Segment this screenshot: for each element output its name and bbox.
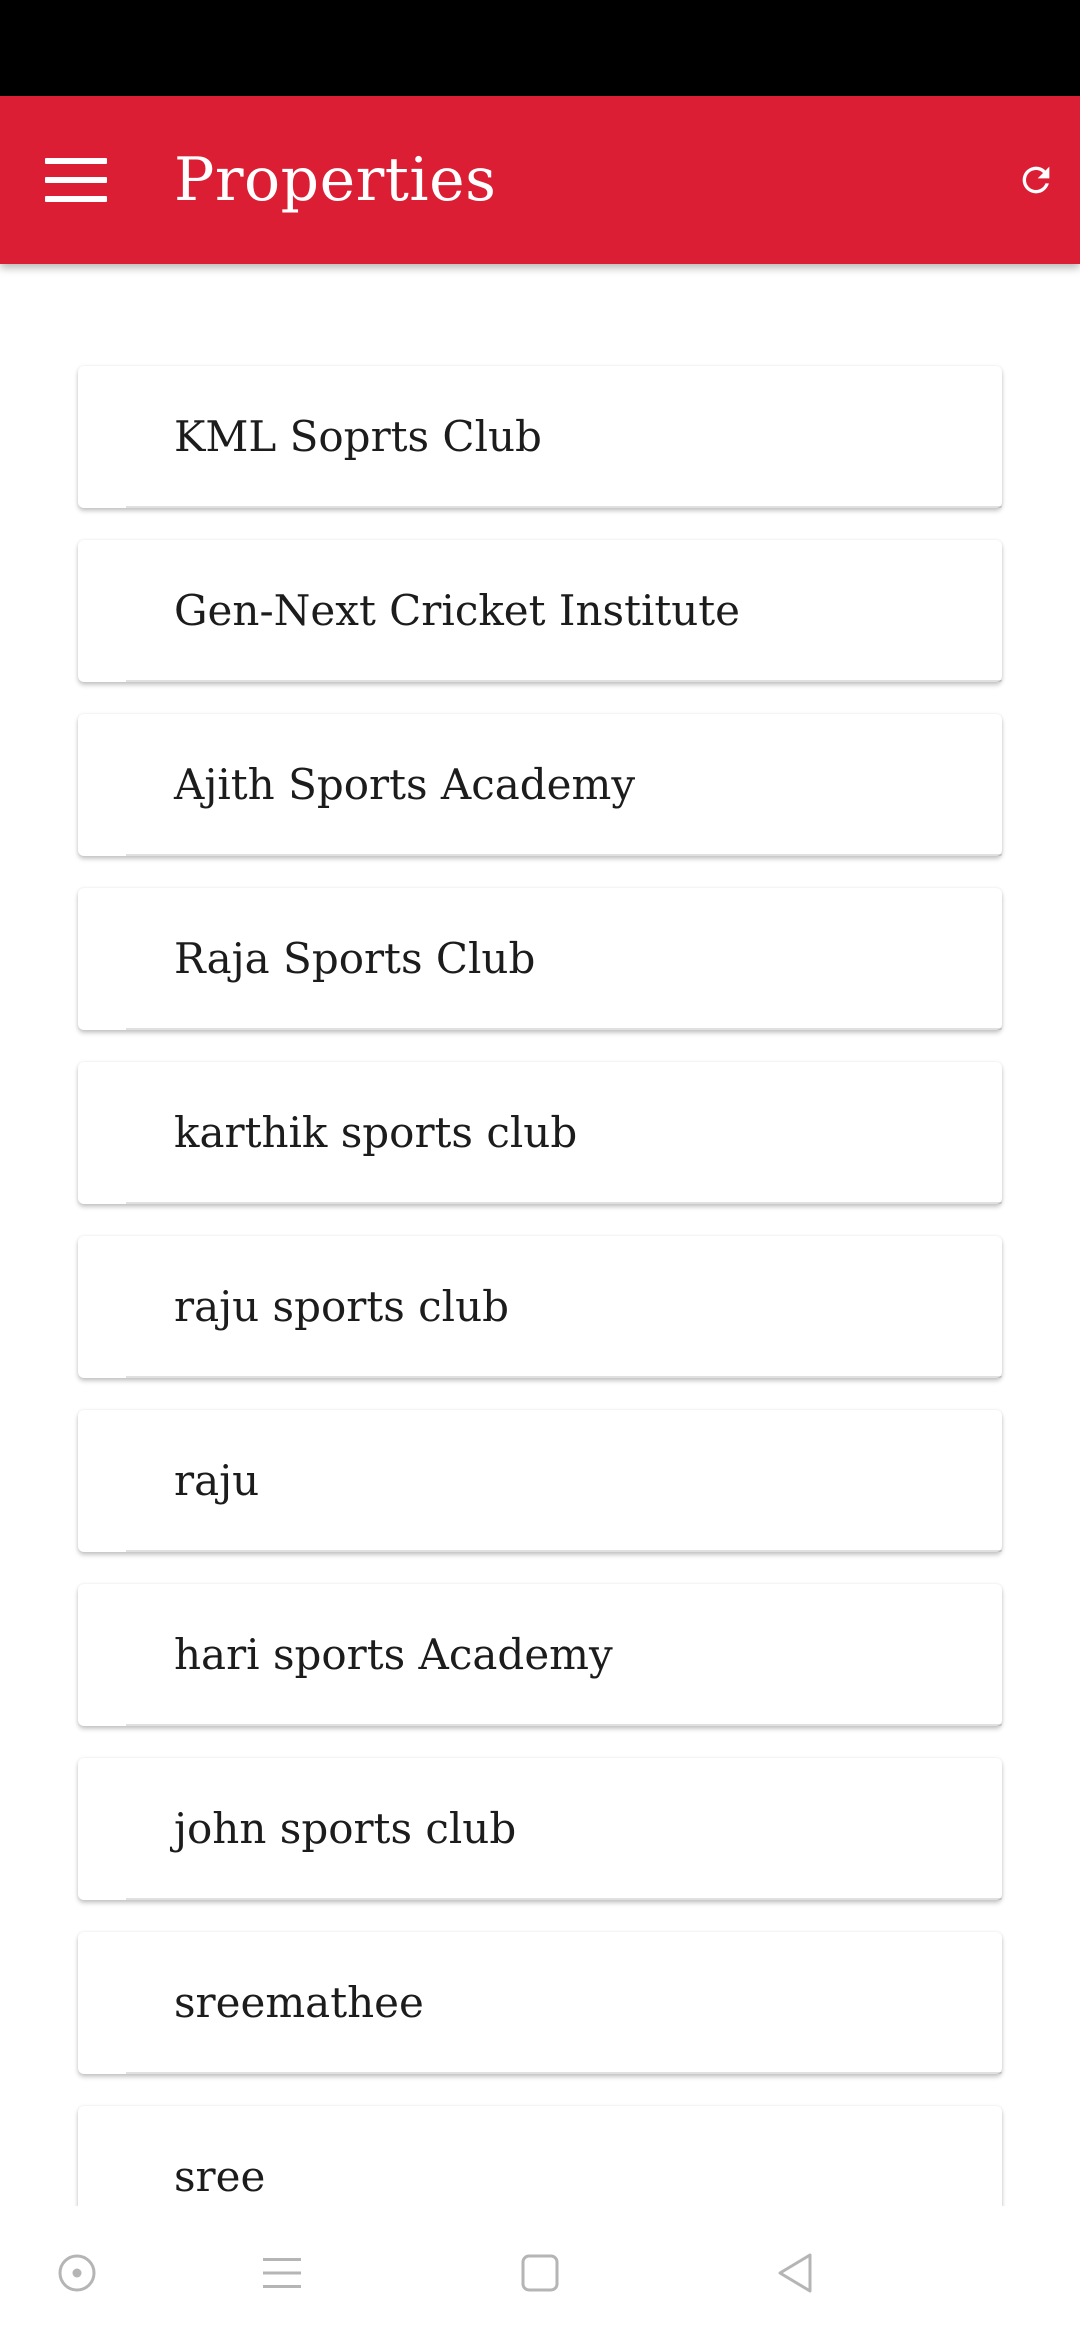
property-name: hari sports Academy xyxy=(174,1630,613,1679)
property-card[interactable]: sree xyxy=(78,2106,1002,2206)
refresh-button[interactable] xyxy=(996,140,1076,220)
home-button[interactable] xyxy=(503,2236,577,2310)
property-card[interactable]: sreemathee xyxy=(78,1932,1002,2074)
property-name: Ajith Sports Academy xyxy=(174,760,636,809)
property-card[interactable]: raju xyxy=(78,1410,1002,1552)
page-title: Properties xyxy=(174,145,497,215)
property-name: Gen-Next Cricket Institute xyxy=(174,586,741,635)
menu-button[interactable] xyxy=(32,136,120,224)
back-button[interactable] xyxy=(758,2236,832,2310)
property-name: raju sports club xyxy=(174,1282,510,1331)
property-card[interactable]: karthik sports club xyxy=(78,1062,1002,1204)
assistant-icon xyxy=(58,2254,96,2292)
property-card[interactable]: raju sports club xyxy=(78,1236,1002,1378)
property-card[interactable]: Ajith Sports Academy xyxy=(78,714,1002,856)
property-name: KML Soprts Club xyxy=(174,412,542,461)
property-list-viewport[interactable]: KML Soprts Club Gen-Next Cricket Institu… xyxy=(0,264,1080,2206)
recents-icon xyxy=(263,2258,301,2288)
property-card[interactable]: hari sports Academy xyxy=(78,1584,1002,1726)
refresh-icon xyxy=(1022,166,1050,194)
menu-icon xyxy=(45,158,107,202)
property-name: Raja Sports Club xyxy=(174,934,536,983)
property-card[interactable]: Gen-Next Cricket Institute xyxy=(78,540,1002,682)
property-card[interactable]: john sports club xyxy=(78,1758,1002,1900)
property-name: john sports club xyxy=(174,1804,517,1853)
property-list: KML Soprts Club Gen-Next Cricket Institu… xyxy=(78,366,1002,2206)
home-icon xyxy=(521,2254,559,2292)
property-name: sreemathee xyxy=(174,1978,424,2027)
property-card[interactable]: Raja Sports Club xyxy=(78,888,1002,1030)
property-name: karthik sports club xyxy=(174,1108,578,1157)
system-nav-bar xyxy=(0,2206,1080,2340)
property-name: sree xyxy=(174,2152,266,2201)
recents-button[interactable] xyxy=(245,2236,319,2310)
back-icon xyxy=(778,2253,812,2293)
property-name: raju xyxy=(174,1456,260,1505)
app-bar: Properties xyxy=(0,96,1080,264)
status-bar xyxy=(0,0,1080,96)
assistant-button[interactable] xyxy=(40,2236,114,2310)
property-card[interactable]: KML Soprts Club xyxy=(78,366,1002,508)
